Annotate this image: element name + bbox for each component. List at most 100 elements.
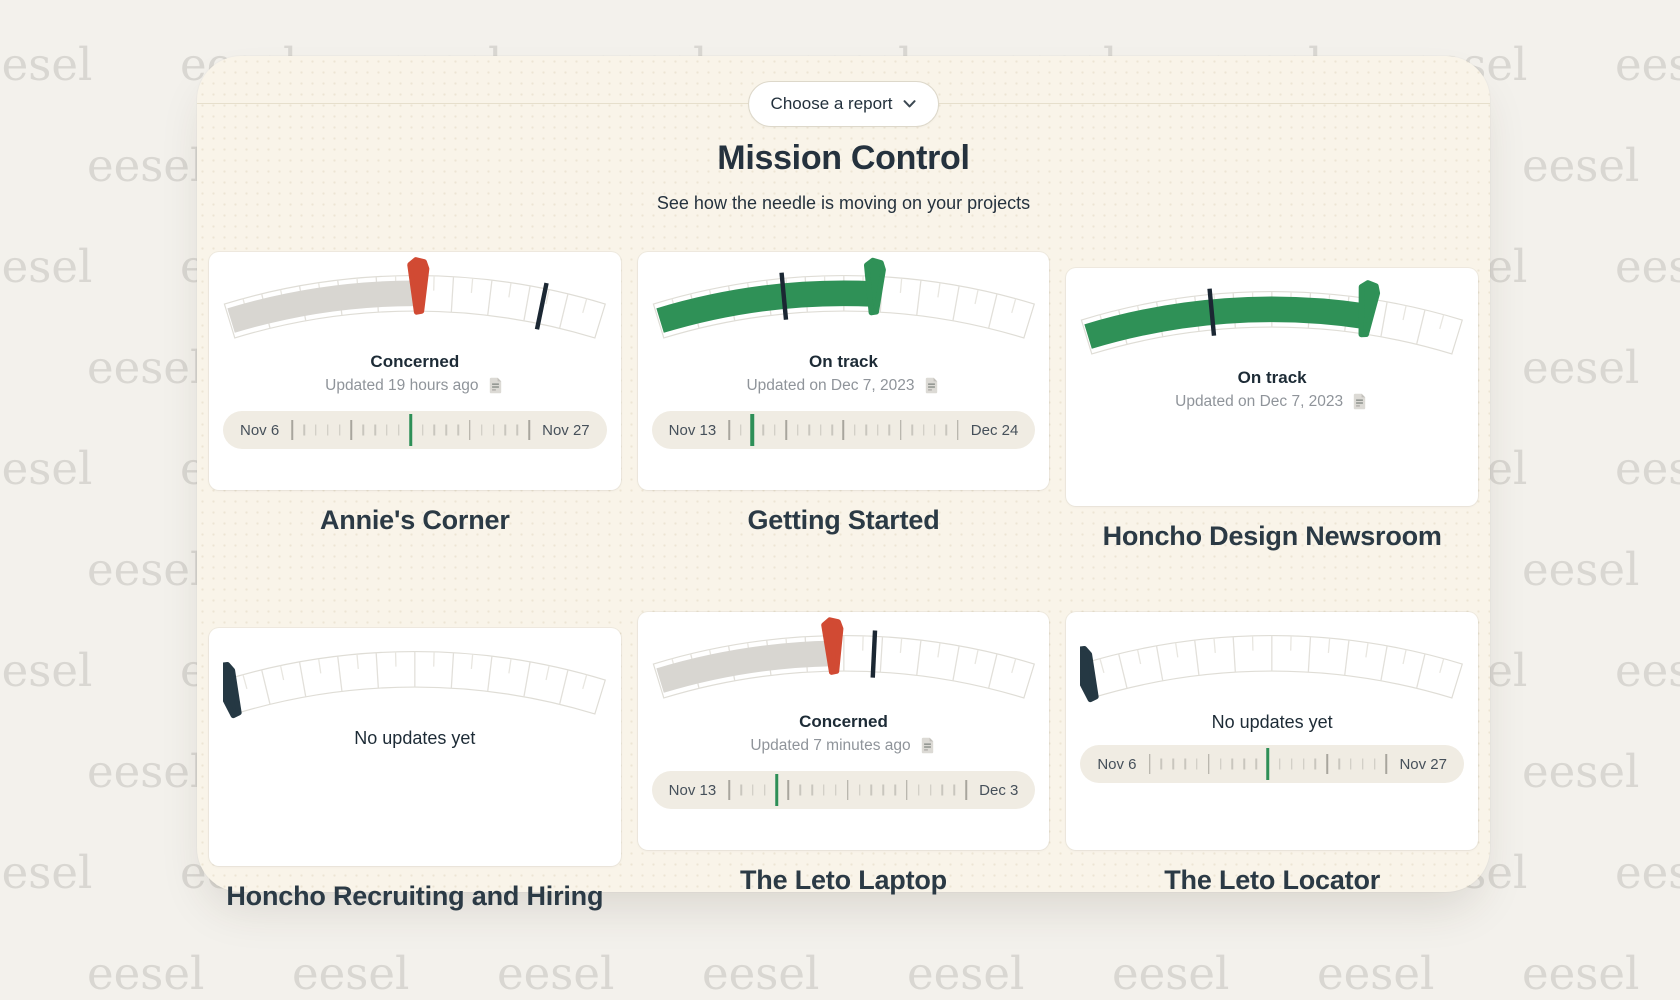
report-picker-label: Choose a report [771, 94, 893, 114]
timeline-current-day-tick [409, 414, 413, 446]
timeline-current-day-tick [775, 774, 779, 806]
timeline-day-tick [1208, 754, 1210, 774]
timeline-day-tick [1232, 759, 1234, 770]
timeline-current-day-tick [750, 414, 754, 446]
timeline-day-tick [764, 785, 766, 796]
timeline-day-tick [528, 420, 530, 440]
status-label: On track [652, 352, 1036, 372]
watermark-text: eesel [1615, 644, 1680, 697]
timeline-current-day-tick [1266, 748, 1270, 780]
gauge [1080, 612, 1464, 722]
timeline-day-tick [291, 420, 293, 440]
chevron-down-icon [903, 100, 916, 108]
timeline-day-tick [930, 785, 932, 796]
project-card[interactable]: Concerned Updated 19 hours ago Nov 6 Nov… [209, 252, 621, 490]
timeline-start-date: Nov 13 [669, 782, 717, 799]
project-card[interactable]: No updates yet Nov 6 Nov 27 [1066, 612, 1478, 850]
card-title: Getting Started [638, 505, 1050, 536]
timeline-day-tick [1172, 759, 1174, 770]
updated-text: Updated on Dec 7, 2023 [746, 377, 914, 395]
no-updates-label: No updates yet [223, 728, 607, 749]
timeline-day-tick [786, 420, 788, 440]
watermark-text: eesel [702, 947, 819, 1000]
timeline-day-tick [965, 780, 967, 800]
watermark-text: eesel [1317, 947, 1434, 1000]
timeline-day-tick [422, 425, 424, 436]
timeline-day-tick [877, 425, 879, 436]
project-cell: No updates yet Nov 6 Nov 27 The Leto Loc… [1066, 600, 1478, 912]
document-icon[interactable] [922, 376, 941, 395]
timeline: Nov 6 Nov 27 [1080, 745, 1464, 783]
timeline-ticks [1150, 745, 1387, 783]
timeline-day-tick [957, 420, 959, 440]
timeline-day-tick [363, 425, 365, 436]
project-card[interactable]: On track Updated on Dec 7, 2023 [1066, 268, 1478, 506]
watermark-text: eesel [87, 139, 204, 192]
timeline-day-tick [469, 420, 471, 440]
watermark-text: eesel [1112, 947, 1229, 1000]
timeline: Nov 13 Dec 3 [652, 771, 1036, 809]
timeline-day-tick [386, 425, 388, 436]
timeline-day-tick [946, 425, 948, 436]
timeline-day-tick [315, 425, 317, 436]
updated-text: Updated 19 hours ago [325, 377, 478, 395]
mission-control-panel: Choose a report Mission Control See how … [197, 56, 1490, 892]
timeline-day-tick [788, 780, 790, 800]
watermark-text: eesel [87, 543, 204, 596]
timeline-day-tick [1326, 754, 1328, 774]
document-icon[interactable] [1350, 392, 1369, 411]
project-cell: No updates yet Honcho Recruiting and Hir… [209, 600, 621, 912]
timeline-day-tick [859, 785, 861, 796]
watermark-text: eesel [1522, 745, 1639, 798]
timeline-start-date: Nov 6 [240, 422, 279, 439]
timeline-day-tick [831, 425, 833, 436]
timeline-day-tick [882, 785, 884, 796]
timeline-day-tick [327, 425, 329, 436]
document-icon[interactable] [918, 736, 937, 755]
project-cell: On track Updated on Dec 7, 2023 Honcho D… [1066, 240, 1478, 552]
timeline-day-tick [923, 425, 925, 436]
project-card[interactable]: No updates yet [209, 628, 621, 866]
status-label: Concerned [652, 712, 1036, 732]
timeline-day-tick [481, 425, 483, 436]
timeline-day-tick [1244, 759, 1246, 770]
timeline-day-tick [820, 425, 822, 436]
watermark-text: eesel [1615, 240, 1680, 293]
timeline-day-tick [1149, 754, 1151, 774]
updated-label: Updated 19 hours ago [223, 376, 607, 395]
timeline-day-tick [493, 425, 495, 436]
timeline-day-tick [398, 425, 400, 436]
report-picker-button[interactable]: Choose a report [748, 81, 940, 127]
project-card[interactable]: Concerned Updated 7 minutes ago Nov 13 D… [638, 612, 1050, 850]
timeline-day-tick [823, 785, 825, 796]
timeline-day-tick [934, 425, 936, 436]
watermark-text: eesel [1615, 442, 1680, 495]
timeline-day-tick [1184, 759, 1186, 770]
timeline-day-tick [918, 785, 920, 796]
timeline-day-tick [457, 425, 459, 436]
card-title: Annie's Corner [209, 505, 621, 536]
timeline-day-tick [811, 785, 813, 796]
document-icon[interactable] [486, 376, 505, 395]
updated-text: Updated 7 minutes ago [750, 737, 910, 755]
gauge [1080, 268, 1464, 378]
watermark-text: eesel [0, 240, 92, 293]
timeline-day-tick [374, 425, 376, 436]
watermark-text: eesel [87, 341, 204, 394]
timeline-day-tick [808, 425, 810, 436]
watermark-text: eesel [1615, 846, 1680, 899]
timeline-day-tick [1362, 759, 1364, 770]
timeline-end-date: Nov 27 [542, 422, 590, 439]
timeline-day-tick [843, 420, 845, 440]
gauge [223, 252, 607, 362]
watermark-text: eesel [0, 38, 92, 91]
project-card[interactable]: On track Updated on Dec 7, 2023 Nov 13 D… [638, 252, 1050, 490]
watermark-text: eesel [1522, 139, 1639, 192]
projects-grid: Concerned Updated 19 hours ago Nov 6 Nov… [209, 240, 1478, 912]
updated-label: Updated on Dec 7, 2023 [1080, 392, 1464, 411]
timeline-day-tick [517, 425, 519, 436]
timeline-end-date: Dec 3 [979, 782, 1018, 799]
timeline-day-tick [871, 785, 873, 796]
timeline-day-tick [728, 420, 730, 440]
timeline-day-tick [445, 425, 447, 436]
